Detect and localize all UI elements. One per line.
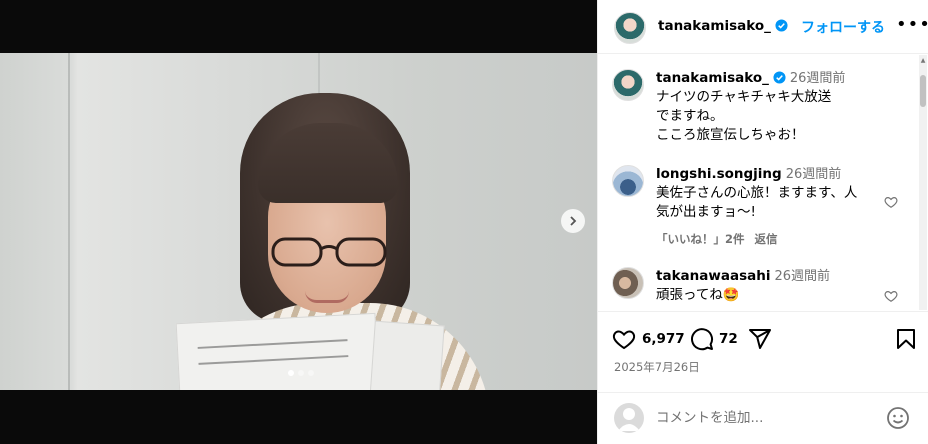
heart-icon[interactable] <box>612 327 636 351</box>
comment-username[interactable]: takanawaasahi <box>656 268 770 284</box>
comment-like-heart-icon[interactable] <box>884 195 898 209</box>
carousel-next-button[interactable] <box>561 209 585 233</box>
wall-seam <box>68 53 70 390</box>
likes-count[interactable]: 6,977 <box>642 331 685 347</box>
caption-line: こころ旅宣伝しちゃお！ <box>656 127 805 143</box>
comment-line: 美佐子さんの心旅！ますます、人 <box>656 185 858 201</box>
comments-scrollbar[interactable]: ▲ <box>919 55 927 310</box>
post-header: tanakamisako_ フォローする ••• <box>598 0 928 54</box>
glasses <box>271 237 387 267</box>
carousel-dots <box>288 370 314 376</box>
author-avatar[interactable] <box>612 69 644 101</box>
comment-likes-count[interactable]: 「いいね！」2件 <box>656 232 745 246</box>
carousel-dot <box>298 370 304 376</box>
post-date[interactable]: 2025年7月26日 <box>614 359 700 375</box>
comment-time[interactable]: 26週間前 <box>786 167 842 182</box>
comments-count[interactable]: 72 <box>719 331 738 347</box>
person-smile <box>305 291 349 303</box>
current-user-avatar <box>614 403 644 433</box>
share-icon[interactable] <box>748 327 772 351</box>
commenter-avatar[interactable] <box>612 165 644 197</box>
reply-button[interactable]: 返信 <box>755 232 778 246</box>
more-options-button[interactable]: ••• <box>896 14 928 35</box>
comment-text: 頑張ってね🤩 <box>656 287 740 303</box>
scrollbar-thumb[interactable] <box>920 75 926 107</box>
bookmark-icon[interactable] <box>894 327 918 351</box>
comment-icon[interactable] <box>690 327 714 351</box>
caption-username[interactable]: tanakamisako_ <box>656 70 769 86</box>
commenter-avatar[interactable] <box>612 267 644 299</box>
comment-body: takanawaasahi 26週間前 頑張ってね🤩 <box>656 267 886 305</box>
caption-time[interactable]: 26週間前 <box>790 71 846 86</box>
comment-time[interactable]: 26週間前 <box>774 269 830 284</box>
verified-badge-icon <box>775 19 788 32</box>
comment-line: 気が出ますョ〜! <box>656 204 756 220</box>
script-paper <box>369 320 445 390</box>
verified-badge-icon <box>773 71 786 84</box>
scroll-up-arrow-icon[interactable]: ▲ <box>919 57 927 65</box>
author-avatar[interactable] <box>614 12 646 44</box>
caption-line: ナイツのチャキチャキ大放送 <box>656 89 832 105</box>
add-comment-input[interactable] <box>656 407 856 429</box>
post-media <box>0 0 597 444</box>
comment-body: longshi.songjing 26週間前 美佐子さんの心旅！ますます、人 気が… <box>656 165 886 249</box>
carousel-dot <box>308 370 314 376</box>
comments-list[interactable]: tanakamisako_ 26週間前 ナイツのチャキチャキ大放送 でますね。 こ… <box>598 55 928 310</box>
post-side-panel: tanakamisako_ フォローする ••• tanakamisako_ 26… <box>597 0 928 444</box>
post-actions: 6,977 72 2025年7月26日 <box>598 311 928 401</box>
caption-line: でますね。 <box>656 108 724 124</box>
author-username[interactable]: tanakamisako_ <box>658 18 788 34</box>
author-username-text[interactable]: tanakamisako_ <box>658 18 771 34</box>
comment-meta: 「いいね！」2件 返信 <box>656 230 886 249</box>
post-photo <box>0 53 597 390</box>
emoji-icon[interactable] <box>886 406 910 430</box>
comment-username[interactable]: longshi.songjing <box>656 166 782 182</box>
caption-body: tanakamisako_ 26週間前 ナイツのチャキチャキ大放送 でますね。 こ… <box>656 69 886 145</box>
carousel-dot <box>288 370 294 376</box>
add-comment-bar <box>598 392 928 444</box>
chevron-right-icon <box>570 216 577 226</box>
follow-button[interactable]: フォローする <box>801 17 885 37</box>
default-user-icon <box>618 408 640 431</box>
comment-like-heart-icon[interactable] <box>884 289 898 303</box>
